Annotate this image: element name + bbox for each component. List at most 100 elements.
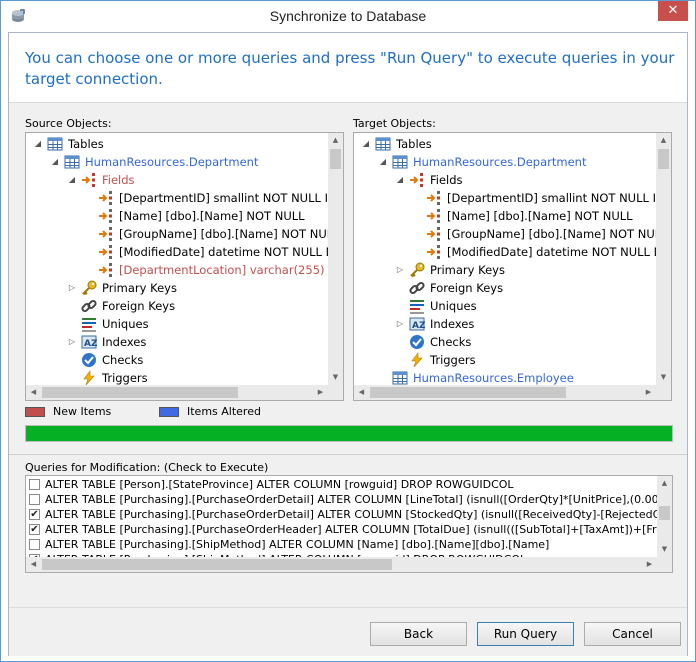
- source-objects-label: Source Objects:: [25, 117, 112, 130]
- collapse-arrow-icon[interactable]: ◢: [378, 153, 388, 171]
- scroll-left-arrow-icon[interactable]: ◀: [26, 385, 41, 400]
- key-icon: [81, 280, 97, 296]
- tree-node[interactable]: [ModifiedDate] datetime NOT NULL DEFAULT: [26, 243, 328, 261]
- tree-node[interactable]: ◢ HumanResources.Department: [26, 153, 328, 171]
- tree-node[interactable]: ◢ Fields: [26, 171, 328, 189]
- tree-node[interactable]: ▷ AZ Indexes: [26, 333, 328, 351]
- target-objects-tree[interactable]: ◢ Tables ◢ HumanResources.Department ◢ Fields…: [353, 132, 672, 401]
- query-row[interactable]: ALTER TABLE [Purchasing].[PurchaseOrderD…: [26, 492, 657, 507]
- collapse-arrow-icon[interactable]: ◢: [33, 135, 43, 153]
- source-objects-tree[interactable]: ◢ Tables ◢ HumanResources.Department ◢ Fields…: [25, 132, 344, 401]
- tree-node-label: HumanResources.Department: [413, 155, 587, 169]
- query-row[interactable]: ✔ ALTER TABLE [Purchasing].[PurchaseOrder…: [26, 507, 657, 522]
- query-checkbox[interactable]: ✔: [29, 524, 40, 535]
- tree-node[interactable]: ▷ AZ Indexes: [354, 315, 656, 333]
- scroll-up-arrow-icon[interactable]: ▲: [328, 133, 343, 148]
- source-vertical-scrollbar[interactable]: ▲ ▼: [328, 133, 343, 385]
- close-button[interactable]: ✕: [658, 1, 688, 21]
- tree-node[interactable]: Foreign Keys: [354, 279, 656, 297]
- tree-node[interactable]: [DepartmentID] smallint NOT NULL IDENTIT…: [354, 189, 656, 207]
- query-checkbox[interactable]: [29, 479, 40, 490]
- scroll-down-arrow-icon[interactable]: ▼: [656, 370, 671, 385]
- queries-horizontal-scrollbar[interactable]: ◀ ▶: [26, 557, 657, 572]
- query-row[interactable]: ALTER TABLE [Person].[StateProvince] ALT…: [26, 477, 657, 492]
- field-icon: [98, 208, 114, 224]
- query-row[interactable]: ✔ ALTER TABLE [Purchasing].[PurchaseOrder…: [26, 522, 657, 537]
- scroll-down-arrow-icon[interactable]: ▼: [328, 370, 343, 385]
- source-tree-rows: ◢ Tables ◢ HumanResources.Department ◢ Fields…: [26, 133, 328, 385]
- tree-node[interactable]: Triggers: [26, 369, 328, 385]
- tree-node[interactable]: ◢ HumanResources.Department: [354, 153, 656, 171]
- field-icon: [426, 226, 442, 242]
- tree-node-label: Uniques: [102, 317, 149, 331]
- tree-node[interactable]: [DepartmentID] smallint NOT NULL IDENTIT…: [26, 189, 328, 207]
- key-icon: [409, 262, 425, 278]
- tree-node[interactable]: [GroupName] [dbo].[Name] NOT NULL: [354, 225, 656, 243]
- scroll-thumb[interactable]: [42, 559, 392, 570]
- scroll-thumb[interactable]: [330, 149, 341, 169]
- source-horizontal-scrollbar[interactable]: ◀ ▶: [26, 385, 328, 400]
- tree-node[interactable]: ◢ Tables: [26, 135, 328, 153]
- query-checkbox[interactable]: [29, 539, 40, 550]
- scroll-thumb[interactable]: [370, 387, 566, 398]
- back-button[interactable]: Back: [370, 622, 467, 646]
- tree-node-label: Tables: [396, 137, 432, 151]
- run-query-button[interactable]: Run Query: [477, 622, 574, 646]
- target-horizontal-scrollbar[interactable]: ◀ ▶: [354, 385, 656, 400]
- tree-node[interactable]: Triggers: [354, 351, 656, 369]
- tree-node[interactable]: ▷ Primary Keys: [354, 261, 656, 279]
- scroll-down-arrow-icon[interactable]: ▼: [657, 542, 672, 557]
- collapse-arrow-icon[interactable]: ◢: [67, 171, 77, 189]
- tree-node[interactable]: ▷ Primary Keys: [26, 279, 328, 297]
- expand-arrow-icon[interactable]: ▷: [67, 333, 77, 351]
- scroll-up-arrow-icon[interactable]: ▲: [657, 476, 672, 491]
- tree-node[interactable]: Checks: [26, 351, 328, 369]
- fields-icon: [409, 172, 425, 188]
- cancel-button[interactable]: Cancel: [584, 622, 681, 646]
- tree-node[interactable]: ◢ Fields: [354, 171, 656, 189]
- collapse-arrow-icon[interactable]: ◢: [50, 153, 60, 171]
- tree-node[interactable]: ◢ Tables: [354, 135, 656, 153]
- query-text: ALTER TABLE [Person].[StateProvince] ALT…: [45, 478, 514, 491]
- tree-node[interactable]: [Name] [dbo].[Name] NOT NULL: [354, 207, 656, 225]
- index-icon: AZ: [81, 334, 98, 350]
- scroll-thumb[interactable]: [658, 149, 669, 169]
- scroll-up-arrow-icon[interactable]: ▲: [656, 133, 671, 148]
- tree-node-label: Primary Keys: [430, 263, 505, 277]
- tree-node-label: Indexes: [430, 317, 475, 331]
- query-row[interactable]: ALTER TABLE [Purchasing].[ShipMethod] AL…: [26, 537, 657, 552]
- scroll-thumb[interactable]: [42, 387, 238, 398]
- expand-arrow-icon[interactable]: ▷: [395, 315, 405, 333]
- scroll-left-arrow-icon[interactable]: ◀: [354, 385, 369, 400]
- scroll-left-arrow-icon[interactable]: ◀: [26, 557, 41, 572]
- scroll-right-arrow-icon[interactable]: ▶: [313, 385, 328, 400]
- tree-node[interactable]: Uniques: [26, 315, 328, 333]
- expand-arrow-icon[interactable]: ▷: [395, 261, 405, 279]
- field-icon: [426, 190, 442, 206]
- scroll-thumb[interactable]: [659, 506, 670, 520]
- tree-node-label: Indexes: [102, 335, 147, 349]
- link-icon: [81, 298, 97, 314]
- queries-vertical-scrollbar[interactable]: ▲ ▼: [657, 476, 672, 557]
- scroll-right-arrow-icon[interactable]: ▶: [642, 557, 657, 572]
- index-icon: AZ: [409, 316, 426, 332]
- tree-node[interactable]: Foreign Keys: [26, 297, 328, 315]
- tree-node[interactable]: [Name] [dbo].[Name] NOT NULL: [26, 207, 328, 225]
- target-vertical-scrollbar[interactable]: ▲ ▼: [656, 133, 671, 385]
- scroll-right-arrow-icon[interactable]: ▶: [641, 385, 656, 400]
- queries-list[interactable]: ALTER TABLE [Person].[StateProvince] ALT…: [25, 475, 673, 573]
- query-checkbox[interactable]: [29, 494, 40, 505]
- tree-node[interactable]: Uniques: [354, 297, 656, 315]
- expand-arrow-icon[interactable]: ▷: [67, 279, 77, 297]
- tree-node[interactable]: [DepartmentLocation] varchar(255) NULL: [26, 261, 328, 279]
- tree-node[interactable]: HumanResources.Employee: [354, 369, 656, 385]
- tree-node[interactable]: Checks: [354, 333, 656, 351]
- collapse-arrow-icon[interactable]: ◢: [361, 135, 371, 153]
- query-checkbox[interactable]: ✔: [29, 509, 40, 520]
- tree-node[interactable]: [ModifiedDate] datetime NOT NULL DEFAULT: [354, 243, 656, 261]
- tree-node-label: Tables: [68, 137, 104, 151]
- target-tree-rows: ◢ Tables ◢ HumanResources.Department ◢ Fields…: [354, 133, 656, 385]
- tree-node[interactable]: [GroupName] [dbo].[Name] NOT NULL: [26, 225, 328, 243]
- collapse-arrow-icon[interactable]: ◢: [395, 171, 405, 189]
- dialog-client: You can choose one or more queries and p…: [8, 32, 688, 656]
